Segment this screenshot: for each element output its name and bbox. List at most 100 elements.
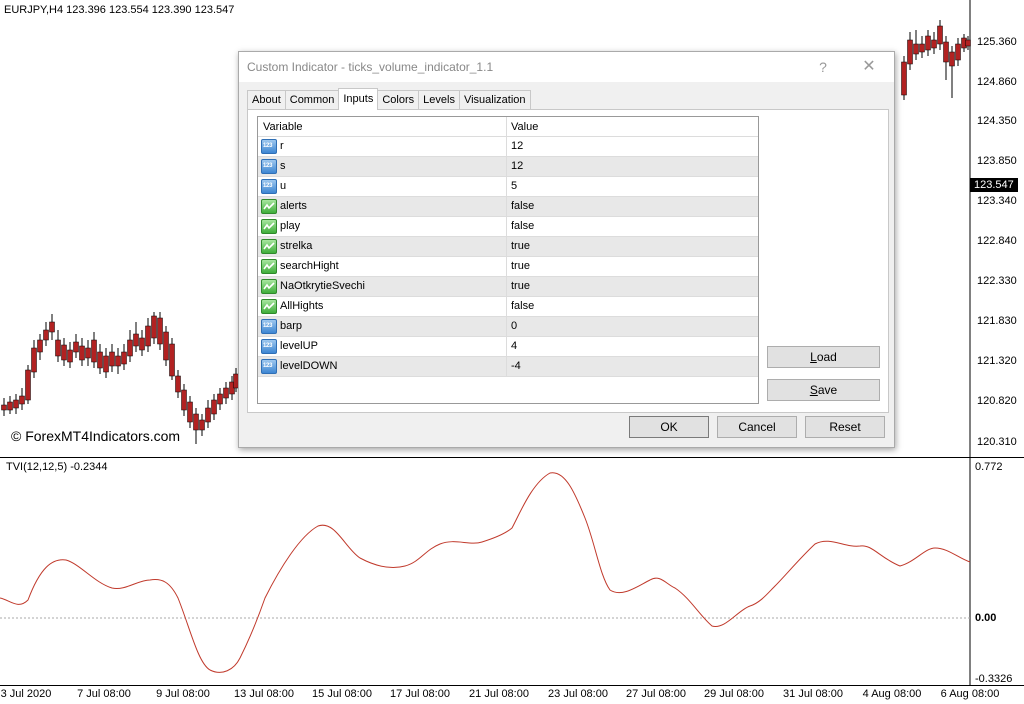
candle-body [55, 339, 61, 357]
candle-body [97, 351, 103, 369]
variable-name: s [280, 160, 286, 172]
indicator-scale-zero: 0.00 [975, 612, 997, 624]
price-axis-label: 120.310 [977, 436, 1017, 448]
variable-name: levelUP [280, 340, 318, 352]
variable-value[interactable]: false [511, 200, 534, 212]
boolean-icon [261, 299, 277, 314]
candle-body [79, 345, 85, 361]
candle-body [67, 349, 73, 363]
chart-symbol-info: EURJPY,H4 123.396 123.554 123.390 123.54… [4, 4, 235, 16]
tab-colors[interactable]: Colors [377, 90, 420, 110]
load-button[interactable]: Load [767, 346, 880, 368]
column-divider [506, 197, 507, 217]
variable-value[interactable]: true [511, 280, 530, 292]
tab-visualization[interactable]: Visualization [458, 90, 531, 110]
variable-value[interactable]: true [511, 240, 530, 252]
column-divider [506, 177, 507, 197]
current-price-marker: 123.547 [970, 178, 1018, 192]
column-divider [506, 337, 507, 357]
candle-body [157, 317, 163, 345]
ok-button[interactable]: OK [629, 416, 709, 438]
variable-value[interactable]: 12 [511, 140, 523, 152]
variable-value[interactable]: 12 [511, 160, 523, 172]
table-row[interactable]: 123 s 12 [258, 157, 758, 177]
variable-name: r [280, 140, 284, 152]
variable-value[interactable]: true [511, 260, 530, 272]
table-row[interactable]: AllHights false [258, 297, 758, 317]
time-axis-label: 3 Jul 2020 [0, 688, 52, 700]
number-icon-text: 123 [263, 343, 273, 349]
candle-body [1, 404, 7, 411]
column-divider [506, 237, 507, 257]
close-button[interactable]: ✕ [854, 56, 884, 78]
inputs-tab-panel: Variable Value 123 r 12 123 s 12 123 u 5 alerts fa… [247, 109, 889, 413]
candle-body [949, 51, 955, 67]
candle-body [919, 43, 925, 53]
variable-value[interactable]: 0 [511, 320, 517, 332]
candle-body [943, 41, 949, 63]
help-button[interactable]: ? [812, 57, 834, 77]
column-divider [506, 137, 507, 157]
candle-body [211, 399, 217, 415]
table-row[interactable]: 123 barp 0 [258, 317, 758, 337]
candle-body [937, 25, 943, 45]
variable-value[interactable]: -4 [511, 360, 521, 372]
candle-body [25, 369, 31, 401]
variable-name: alerts [280, 200, 307, 212]
table-row[interactable]: 123 levelUP 4 [258, 337, 758, 357]
variable-value[interactable]: 4 [511, 340, 517, 352]
candle-body [85, 347, 91, 359]
time-axis-label: 15 Jul 08:00 [312, 688, 372, 700]
variable-name: strelka [280, 240, 313, 252]
table-row[interactable]: 123 r 12 [258, 137, 758, 157]
reset-button[interactable]: Reset [805, 416, 885, 438]
variable-name: searchHight [280, 260, 339, 272]
candle-body [907, 39, 913, 65]
price-axis-label: 124.350 [977, 115, 1017, 127]
column-divider[interactable] [506, 117, 507, 137]
cancel-button[interactable]: Cancel [717, 416, 797, 438]
tab-inputs[interactable]: Inputs [338, 88, 379, 110]
time-axis-label: 29 Jul 08:00 [704, 688, 764, 700]
tab-levels[interactable]: Levels [418, 90, 460, 110]
dialog-tabs: About Common Inputs Colors Levels Visual… [247, 88, 531, 110]
custom-indicator-dialog: Custom Indicator - ticks_volume_indicato… [238, 51, 895, 448]
table-row[interactable]: strelka true [258, 237, 758, 257]
candle-body [49, 321, 55, 333]
candle-body [127, 339, 133, 357]
variable-name: play [280, 220, 301, 232]
table-row[interactable]: NaOtkrytieSvechi true [258, 277, 758, 297]
time-axis-label: 27 Jul 08:00 [626, 688, 686, 700]
table-row[interactable]: 123 u 5 [258, 177, 758, 197]
table-row[interactable]: play false [258, 217, 758, 237]
price-axis-label: 122.330 [977, 275, 1017, 287]
tab-about[interactable]: About [247, 90, 286, 110]
candle-body [163, 331, 169, 361]
column-divider [506, 357, 507, 377]
price-axis-label: 124.860 [977, 76, 1017, 88]
table-row[interactable]: 123 levelDOWN -4 [258, 357, 758, 377]
save-button[interactable]: Save [767, 379, 880, 401]
table-row[interactable]: alerts false [258, 197, 758, 217]
variable-value[interactable]: false [511, 300, 534, 312]
number-icon: 123 [261, 359, 277, 374]
candle-body [31, 347, 37, 373]
dialog-titlebar[interactable]: Custom Indicator - ticks_volume_indicato… [239, 52, 894, 82]
indicator-scale-min: -0.3326 [975, 673, 1013, 685]
number-icon: 123 [261, 159, 277, 174]
candle-body [187, 401, 193, 423]
indicator-panel[interactable] [0, 458, 1024, 686]
variable-value[interactable]: false [511, 220, 534, 232]
price-axis-label: 122.840 [977, 235, 1017, 247]
inputs-table[interactable]: Variable Value 123 r 12 123 s 12 123 u 5 alerts fa… [257, 116, 759, 404]
variable-value[interactable]: 5 [511, 180, 517, 192]
candle-body [61, 344, 67, 361]
candle-body [151, 315, 157, 339]
column-header-variable[interactable]: Variable [263, 121, 303, 133]
boolean-icon [261, 199, 277, 214]
column-header-value[interactable]: Value [511, 121, 538, 133]
time-axis-label: 9 Jul 08:00 [156, 688, 210, 700]
table-row[interactable]: searchHight true [258, 257, 758, 277]
candle-body [139, 337, 145, 351]
tab-common[interactable]: Common [284, 90, 340, 110]
